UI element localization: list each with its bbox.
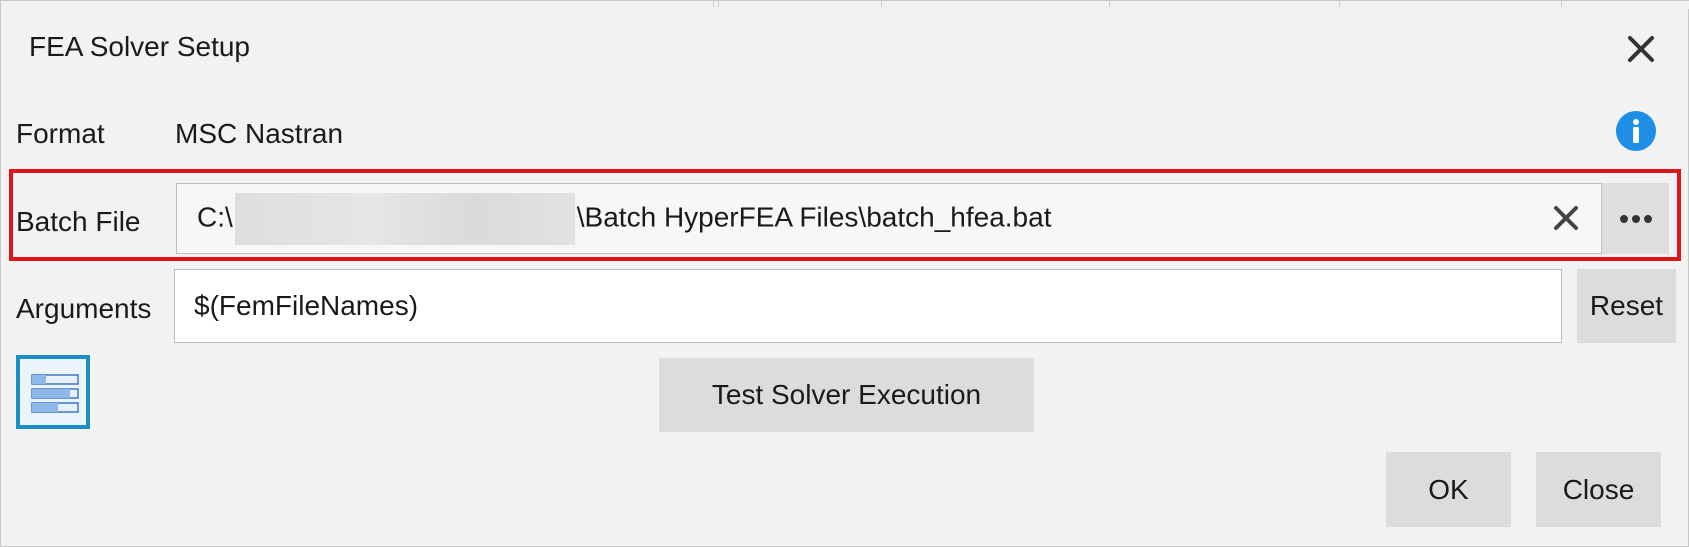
ellipsis-icon (1620, 215, 1652, 223)
batch-file-input[interactable]: C:\ \Batch HyperFEA Files\batch_hfea.bat (176, 183, 1669, 254)
clear-icon[interactable] (1549, 201, 1583, 235)
table-view-icon[interactable] (16, 355, 90, 429)
arguments-value: $(FemFileNames) (194, 290, 419, 321)
batch-file-path-suffix: \Batch HyperFEA Files\batch_hfea.bat (576, 200, 1052, 232)
dialog-title: FEA Solver Setup (29, 31, 251, 62)
close-button[interactable]: Close (1536, 452, 1661, 527)
format-value: MSC Nastran (175, 118, 344, 149)
reset-button[interactable]: Reset (1577, 269, 1676, 343)
arguments-input[interactable]: $(FemFileNames) (174, 269, 1562, 343)
close-icon[interactable] (1621, 29, 1661, 69)
format-label: Format (16, 118, 105, 149)
test-solver-execution-button[interactable]: Test Solver Execution (659, 358, 1034, 432)
arguments-label: Arguments (16, 293, 152, 324)
batch-file-label: Batch File (16, 206, 141, 237)
redacted-path-segment (234, 192, 575, 245)
ok-button[interactable]: OK (1386, 452, 1511, 527)
batch-file-path-prefix: C:\ (197, 200, 233, 232)
browse-button[interactable] (1601, 183, 1669, 254)
info-icon[interactable] (1615, 110, 1657, 152)
top-edge-strip (1, 1, 1689, 9)
fea-solver-setup-dialog: FEA Solver Setup Format MSC Nastran Batc… (0, 0, 1689, 547)
